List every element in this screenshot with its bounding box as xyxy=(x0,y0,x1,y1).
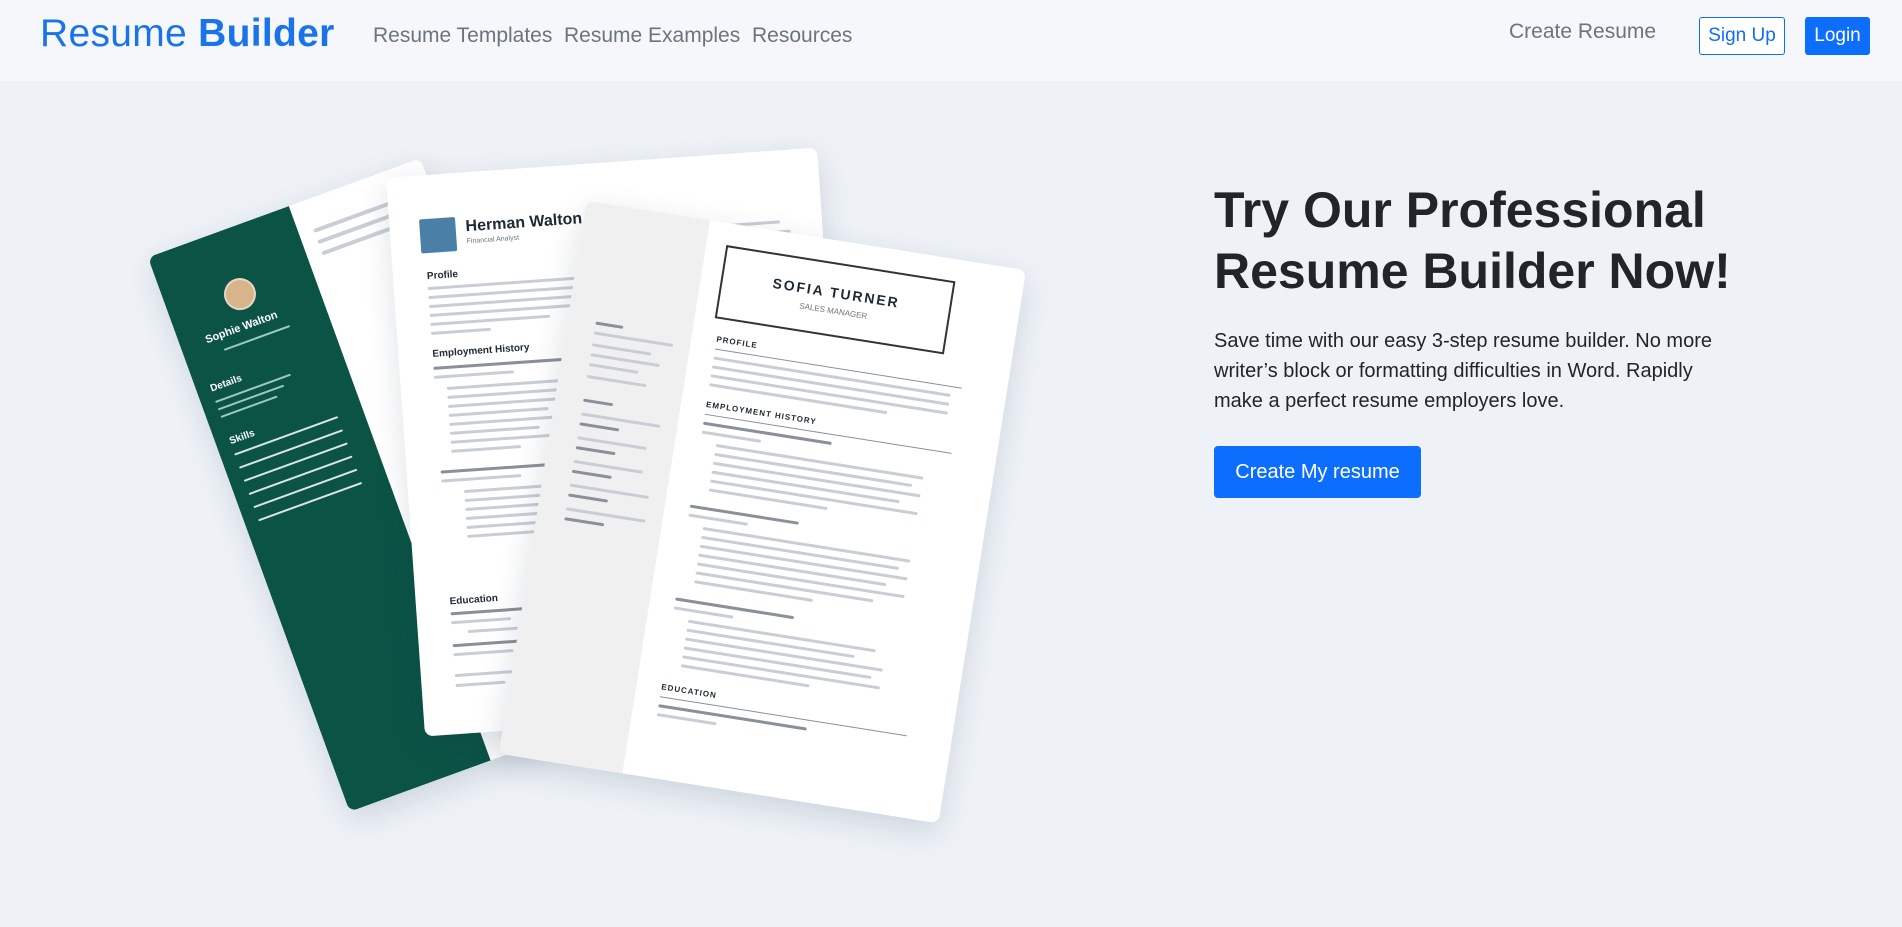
resume-mid-name: Herman Walton xyxy=(465,210,583,236)
hero-description: Save time with our easy 3-step resume bu… xyxy=(1214,330,1712,412)
login-button[interactable]: Login xyxy=(1805,17,1870,55)
resume-green-details-heading: Details xyxy=(208,372,244,395)
resume-front-profile-heading: PROFILE xyxy=(715,334,759,351)
nav-link-resume-templates[interactable]: Resume Templates xyxy=(373,24,552,48)
hero-title: Try Our Professional Resume Builder Now! xyxy=(1214,182,1731,299)
sign-up-button[interactable]: Sign Up xyxy=(1699,17,1785,55)
brand-text-bold: Builder xyxy=(198,12,335,55)
nav-link-resources[interactable]: Resources xyxy=(752,24,852,48)
resume-mid-profile-heading: Profile xyxy=(426,268,459,283)
resume-mid-title: Financial Analyst xyxy=(466,234,520,246)
resume-front-name-box: SOFIA TURNER SALES MANAGER xyxy=(714,245,956,355)
create-my-resume-button[interactable]: Create My resume xyxy=(1214,446,1421,498)
resume-photo xyxy=(418,217,458,254)
nav-link-create-resume[interactable]: Create Resume xyxy=(1509,20,1656,44)
brand-text-regular: Resume xyxy=(40,12,188,55)
brand-logo[interactable]: Resume Builder xyxy=(40,12,335,56)
avatar xyxy=(219,273,261,315)
resume-mid-education-heading: Education xyxy=(449,592,499,608)
resume-green-skills-heading: Skills xyxy=(228,427,257,448)
resume-green-name: Sophie Walton xyxy=(203,308,280,347)
resume-card-sofia: SOFIA TURNER SALES MANAGER PROFILE EMPLO… xyxy=(498,200,1027,824)
resume-mid-employment-heading: Employment History xyxy=(432,342,530,360)
top-navbar: Resume Builder Resume Templates Resume E… xyxy=(0,0,1902,81)
nav-link-resume-examples[interactable]: Resume Examples xyxy=(564,24,740,48)
